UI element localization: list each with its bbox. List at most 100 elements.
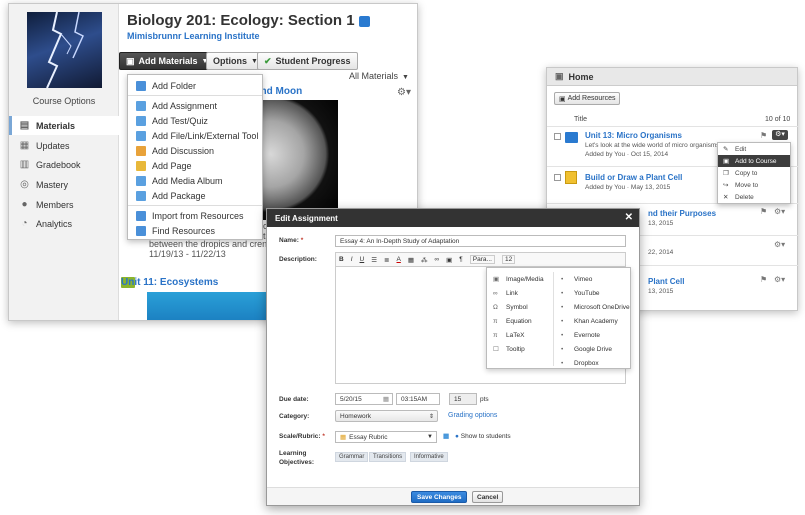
objective-tag[interactable]: Grammar <box>335 452 369 462</box>
add-materials-button[interactable]: ▣ Add Materials ▼ <box>119 52 216 70</box>
insert-latex[interactable]: π LaTeX <box>493 328 544 342</box>
insert-menu-right: • Vimeo • YouTube • Microsoft OneDrive • Kha… <box>561 272 630 370</box>
insert-button[interactable]: ▣ <box>446 256 452 264</box>
insert-google-drive[interactable]: • Google Drive <box>561 342 630 356</box>
menu-add-package[interactable]: Add Package <box>128 188 262 203</box>
table-button[interactable]: ▦ <box>408 256 414 264</box>
menu-add-file-link[interactable]: Add File/Link/External Tool <box>128 128 262 143</box>
grading-options-link[interactable]: Grading options <box>448 412 497 419</box>
home-icon: ▣ <box>555 71 564 81</box>
material-row-unit11[interactable]: Unit 11: Ecosystems <box>121 274 218 290</box>
row-checkbox[interactable] <box>554 174 561 181</box>
insert-symbol[interactable]: Ω Symbol <box>493 300 544 314</box>
underline-button[interactable]: U <box>360 256 365 263</box>
ctx-add-to-course[interactable]: ▣ Add to Course <box>718 155 790 167</box>
gear-menu-button[interactable]: ⚙▾ <box>772 130 788 140</box>
item-meta: Added by You · May 13, 2015 <box>585 184 671 191</box>
all-materials-filter[interactable]: All Materials ▼ <box>349 71 409 81</box>
menu-add-test-quiz[interactable]: Add Test/Quiz <box>128 113 262 128</box>
name-input[interactable]: Essay 4: An In-Depth Study of Adaptation <box>335 235 626 247</box>
item-meta: 13, 2015 <box>648 288 674 295</box>
item-meta: 13, 2015 <box>648 220 674 227</box>
text-color-button[interactable]: A <box>397 256 401 263</box>
updates-icon: ▦ <box>19 140 30 151</box>
insert-youtube[interactable]: • YouTube <box>561 286 630 300</box>
item-title[interactable]: Plant Cell <box>648 277 684 286</box>
gear-icon[interactable]: ⚙▾ <box>774 275 785 284</box>
gear-icon[interactable]: ⚙▾ <box>397 87 411 98</box>
nav-mastery[interactable]: ◎ Mastery <box>9 175 119 194</box>
required-marker: * <box>300 237 304 244</box>
menu-import-resources[interactable]: Import from Resources <box>128 208 262 223</box>
objective-tag[interactable]: Informative <box>410 452 448 462</box>
insert-image-media[interactable]: ▣ Image/Media <box>493 272 544 286</box>
menu-add-media-album[interactable]: Add Media Album <box>128 173 262 188</box>
insert-link[interactable]: ∞ Link <box>493 286 544 300</box>
menu-add-page[interactable]: Add Page <box>128 158 262 173</box>
rubric-grid-icon[interactable]: ▦ <box>443 432 449 440</box>
ctx-move-to[interactable]: ↪ Move to <box>718 179 790 191</box>
menu-add-discussion[interactable]: Add Discussion <box>128 143 262 158</box>
student-progress-button[interactable]: ✔ Student Progress <box>257 52 358 70</box>
insert-tooltip[interactable]: ☐ Tooltip <box>493 342 544 356</box>
add-resources-button[interactable]: ▣ Add Resources <box>554 92 621 105</box>
special-format-button[interactable]: ⁂ <box>421 256 428 264</box>
insert-vimeo[interactable]: • Vimeo <box>561 272 630 286</box>
italic-button[interactable]: I <box>351 256 353 263</box>
save-changes-button[interactable]: Save Changes <box>411 491 468 503</box>
course-sidebar: Course Options ▤ Materials ▦ Updates ▥ Grad… <box>9 4 119 320</box>
menu-add-folder[interactable]: Add Folder <box>128 78 262 93</box>
insert-dropbox[interactable]: • Dropbox <box>561 356 630 370</box>
item-title[interactable]: Unit 13: Micro Organisms <box>585 131 682 140</box>
insert-onedrive[interactable]: • Microsoft OneDrive <box>561 300 630 314</box>
nav-members[interactable]: ● Members <box>9 195 119 214</box>
row-checkbox[interactable] <box>554 133 561 140</box>
cancel-button[interactable]: Cancel <box>472 491 504 503</box>
course-image[interactable] <box>27 12 102 88</box>
nav-gradebook[interactable]: ▥ Gradebook <box>9 155 119 174</box>
menu-find-resources[interactable]: Find Resources <box>128 223 262 238</box>
gear-icon[interactable]: ⚙▾ <box>774 240 785 249</box>
bold-button[interactable]: B <box>339 256 344 263</box>
numbered-list-button[interactable]: ≣ <box>384 256 389 264</box>
course-school[interactable]: Mimisbrunnr Learning Institute <box>127 31 260 41</box>
show-to-students-toggle[interactable]: ● Show to students <box>455 433 511 440</box>
menu-add-assignment[interactable]: Add Assignment <box>128 98 262 113</box>
rubric-select[interactable]: ▦ Essay Rubric ▼ <box>335 431 437 443</box>
nav-materials[interactable]: ▤ Materials <box>9 116 119 135</box>
course-info-icon[interactable] <box>358 15 370 27</box>
category-value: Homework <box>340 412 372 420</box>
insert-equation[interactable]: π Equation <box>493 314 544 328</box>
gear-icon[interactable]: ⚙▾ <box>774 207 785 216</box>
format-select[interactable]: Para... <box>469 255 495 264</box>
due-time-input[interactable]: 03:15AM <box>396 393 440 405</box>
nav-updates[interactable]: ▦ Updates <box>9 136 119 155</box>
delete-icon: ✕ <box>723 194 729 201</box>
insert-evernote[interactable]: • Evernote <box>561 328 630 342</box>
points-input[interactable]: 15 <box>449 393 477 405</box>
bullet-list-button[interactable]: ☰ <box>371 256 377 264</box>
font-size-select[interactable]: 12 <box>501 255 516 264</box>
bullet-icon: • <box>561 289 564 297</box>
calendar-icon[interactable]: ▦ <box>383 395 389 403</box>
members-icon: ● <box>21 199 28 210</box>
due-date-input[interactable]: 5/20/15 ▦ <box>335 393 393 405</box>
close-icon[interactable]: ✕ <box>625 212 633 223</box>
insert-khan-academy[interactable]: • Khan Academy <box>561 314 630 328</box>
ctx-copy-to[interactable]: ❐ Copy to <box>718 167 790 179</box>
objective-tag[interactable]: Transitions <box>369 452 407 462</box>
link-button[interactable]: ∞ <box>435 256 440 263</box>
item-title[interactable]: nd their Purposes <box>648 209 716 218</box>
nav-analytics[interactable]: ◔ Analytics <box>9 214 119 233</box>
course-options-link[interactable]: Course Options <box>9 96 119 106</box>
menu-label: Add Package <box>152 190 206 201</box>
category-select[interactable]: Homework ⇕ <box>335 410 438 422</box>
options-label: Options <box>213 56 247 66</box>
paragraph-button[interactable]: ¶ <box>459 256 463 263</box>
ctx-edit[interactable]: ✎ Edit <box>718 143 790 155</box>
insert-menu-left: ▣ Image/Media ∞ Link Ω Symbol π Equation π La… <box>493 272 544 356</box>
bullet-icon: • <box>561 331 564 339</box>
item-title[interactable]: Build or Draw a Plant Cell <box>585 173 682 182</box>
ctx-delete[interactable]: ✕ Delete <box>718 191 790 203</box>
insert-label: YouTube <box>574 289 600 297</box>
